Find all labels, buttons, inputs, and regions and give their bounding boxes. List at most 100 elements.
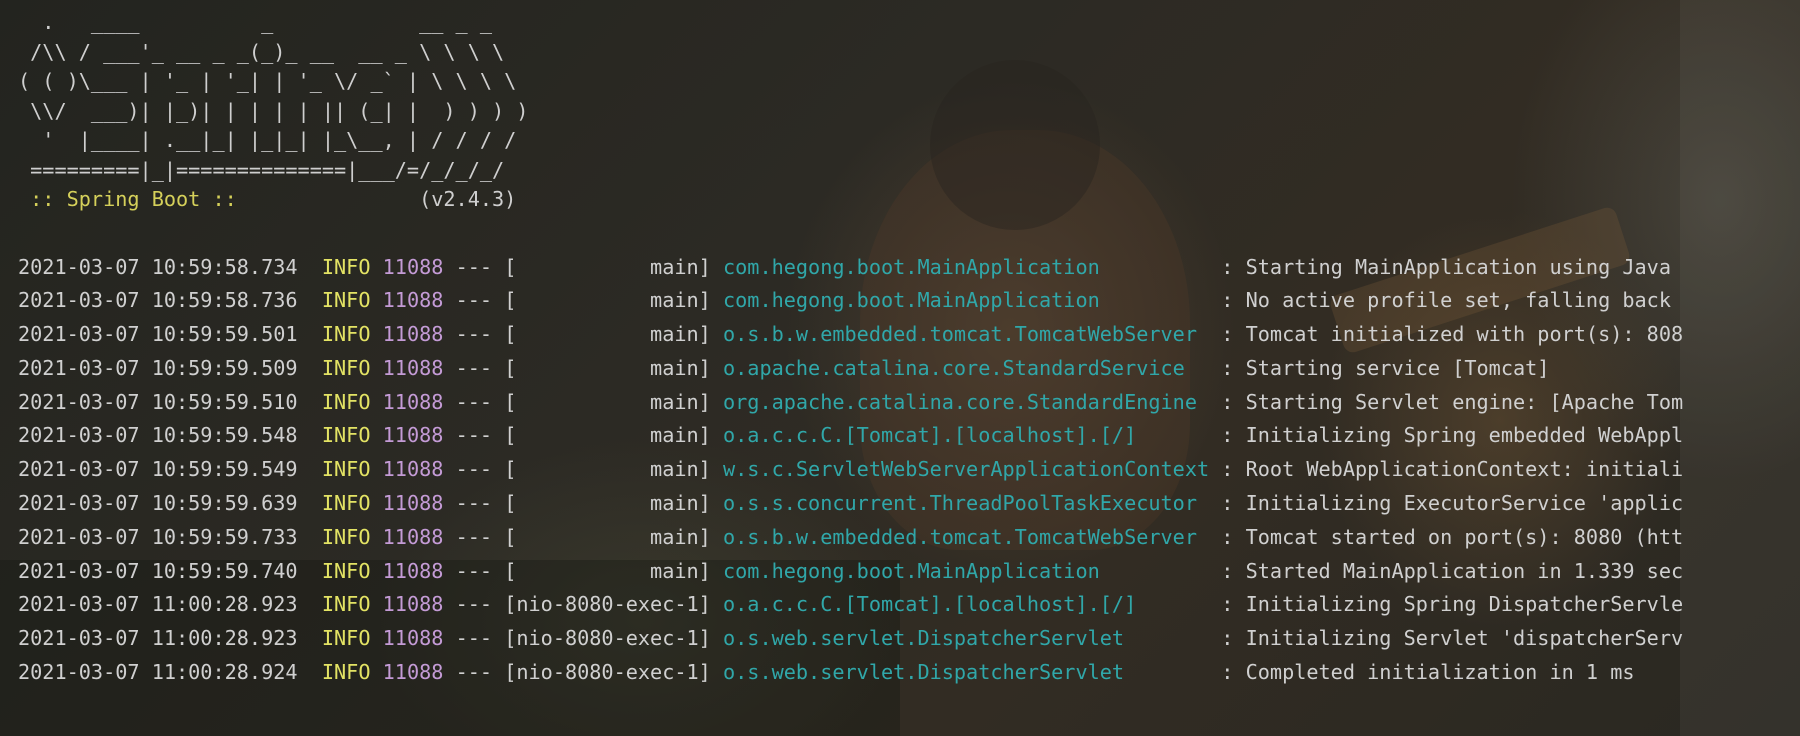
log-timestamp: 2021-03-07 11:00:28.923: [18, 626, 298, 651]
log-line: 2021-03-07 10:59:59.510 INFO 11088 --- […: [18, 386, 1683, 420]
log-message: : Root WebApplicationContext: initiali: [1221, 457, 1684, 482]
log-line: 2021-03-07 10:59:59.733 INFO 11088 --- […: [18, 521, 1683, 555]
log-separator: ---: [455, 558, 493, 583]
log-line: 2021-03-07 10:59:59.501 INFO 11088 --- […: [18, 318, 1683, 352]
log-line: 2021-03-07 11:00:28.923 INFO 11088 --- […: [18, 622, 1683, 656]
log-thread: [nio-8080-exec-1]: [504, 592, 711, 617]
log-thread: [ main]: [504, 254, 711, 279]
log-level: INFO: [321, 322, 371, 347]
log-level: INFO: [321, 524, 371, 549]
log-separator: ---: [455, 457, 493, 482]
banner-ascii-line: ( ( )\___ | '_ | '_| | '_ \/ _` | \ \ \ …: [18, 69, 517, 93]
log-logger: o.s.b.w.embedded.tomcat.TomcatWebServer: [722, 322, 1210, 347]
log-message: : Initializing Servlet 'dispatcherServ: [1221, 626, 1684, 651]
log-separator: ---: [455, 524, 493, 549]
log-message: : Starting MainApplication using Java: [1221, 254, 1671, 279]
log-line: 2021-03-07 10:59:59.740 INFO 11088 --- […: [18, 555, 1683, 589]
log-level: INFO: [321, 254, 371, 279]
log-line: 2021-03-07 10:59:58.734 INFO 11088 --- […: [18, 251, 1683, 285]
console-text: . ____ _ __ _ _ /\\ / ___'_ __ _ _(_)_ _…: [18, 8, 1683, 690]
log-thread: [ main]: [504, 423, 711, 448]
log-thread: [ main]: [504, 389, 711, 414]
log-thread: [ main]: [504, 524, 711, 549]
log-thread: [ main]: [504, 457, 711, 482]
log-line: 2021-03-07 10:59:58.736 INFO 11088 --- […: [18, 284, 1683, 318]
log-logger: o.s.s.concurrent.ThreadPoolTaskExecutor: [722, 491, 1210, 516]
log-level: INFO: [321, 558, 371, 583]
log-message: : Tomcat initialized with port(s): 808: [1221, 322, 1684, 347]
log-separator: ---: [455, 423, 493, 448]
log-pid: 11088: [382, 322, 444, 347]
log-timestamp: 2021-03-07 10:59:59.549: [18, 457, 298, 482]
log-level: INFO: [321, 355, 371, 380]
log-timestamp: 2021-03-07 10:59:59.733: [18, 524, 298, 549]
log-pid: 11088: [382, 626, 444, 651]
log-thread: [ main]: [504, 491, 711, 516]
log-logger: o.s.web.servlet.DispatcherServlet: [722, 660, 1210, 685]
spring-boot-label: :: Spring Boot ::: [18, 187, 249, 211]
log-timestamp: 2021-03-07 11:00:28.924: [18, 660, 298, 685]
log-thread: [nio-8080-exec-1]: [504, 626, 711, 651]
log-pid: 11088: [382, 457, 444, 482]
log-message: : Initializing ExecutorService 'applic: [1221, 491, 1684, 516]
log-message: : Completed initialization in 1 ms: [1221, 660, 1635, 685]
log-logger: w.s.c.ServletWebServerApplicationContext: [722, 457, 1210, 482]
log-separator: ---: [455, 592, 493, 617]
log-line: 2021-03-07 10:59:59.509 INFO 11088 --- […: [18, 352, 1683, 386]
log-message: : Initializing Spring embedded WebAppl: [1221, 423, 1684, 448]
log-message: : Starting service [Tomcat]: [1221, 355, 1550, 380]
log-logger: o.apache.catalina.core.StandardService: [722, 355, 1210, 380]
log-message: : Starting Servlet engine: [Apache Tom: [1221, 389, 1684, 414]
log-level: INFO: [321, 660, 371, 685]
log-thread: [ main]: [504, 558, 711, 583]
log-pid: 11088: [382, 558, 444, 583]
log-thread: [ main]: [504, 288, 711, 313]
log-logger: org.apache.catalina.core.StandardEngine: [722, 389, 1210, 414]
log-level: INFO: [321, 491, 371, 516]
banner-ascii-line: ' |____| .__|_| |_|_| |_\__, | / / / /: [18, 128, 517, 152]
log-logger: com.hegong.boot.MainApplication: [722, 254, 1210, 279]
log-separator: ---: [455, 355, 493, 380]
log-timestamp: 2021-03-07 10:59:59.509: [18, 355, 298, 380]
log-message: : Started MainApplication in 1.339 sec: [1221, 558, 1684, 583]
log-line: 2021-03-07 11:00:28.924 INFO 11088 --- […: [18, 656, 1683, 690]
log-thread: [nio-8080-exec-1]: [504, 660, 711, 685]
log-separator: ---: [455, 491, 493, 516]
log-pid: 11088: [382, 491, 444, 516]
log-timestamp: 2021-03-07 10:59:59.510: [18, 389, 298, 414]
spring-boot-version: (v2.4.3): [419, 187, 517, 211]
background-window-light: [1680, 0, 1800, 736]
log-timestamp: 2021-03-07 10:59:58.736: [18, 288, 298, 313]
banner-ascii-line: . ____ _ __ _ _: [18, 10, 493, 34]
log-message: : No active profile set, falling back: [1221, 288, 1671, 313]
log-logger: o.a.c.c.C.[Tomcat].[localhost].[/]: [722, 423, 1210, 448]
log-line: 2021-03-07 11:00:28.923 INFO 11088 --- […: [18, 588, 1683, 622]
log-pid: 11088: [382, 524, 444, 549]
log-level: INFO: [321, 389, 371, 414]
log-separator: ---: [455, 288, 493, 313]
log-thread: [ main]: [504, 322, 711, 347]
log-timestamp: 2021-03-07 10:59:59.501: [18, 322, 298, 347]
log-level: INFO: [321, 288, 371, 313]
log-line: 2021-03-07 10:59:59.548 INFO 11088 --- […: [18, 419, 1683, 453]
log-pid: 11088: [382, 389, 444, 414]
log-separator: ---: [455, 389, 493, 414]
log-timestamp: 2021-03-07 10:59:58.734: [18, 254, 298, 279]
log-logger: o.s.web.servlet.DispatcherServlet: [722, 626, 1210, 651]
log-logger: o.a.c.c.C.[Tomcat].[localhost].[/]: [722, 592, 1210, 617]
log-level: INFO: [321, 457, 371, 482]
log-timestamp: 2021-03-07 10:59:59.639: [18, 491, 298, 516]
log-pid: 11088: [382, 288, 444, 313]
log-level: INFO: [321, 423, 371, 448]
log-pid: 11088: [382, 660, 444, 685]
spring-boot-banner: . ____ _ __ _ _ /\\ / ___'_ __ _ _(_)_ _…: [18, 8, 1683, 215]
log-message: : Initializing Spring DispatcherServle: [1221, 592, 1684, 617]
log-timestamp: 2021-03-07 10:59:59.740: [18, 558, 298, 583]
log-level: INFO: [321, 626, 371, 651]
log-thread: [ main]: [504, 355, 711, 380]
log-line: 2021-03-07 10:59:59.639 INFO 11088 --- […: [18, 487, 1683, 521]
log-level: INFO: [321, 592, 371, 617]
console-output-panel[interactable]: . ____ _ __ _ _ /\\ / ___'_ __ _ _(_)_ _…: [0, 0, 1800, 736]
log-pid: 11088: [382, 254, 444, 279]
